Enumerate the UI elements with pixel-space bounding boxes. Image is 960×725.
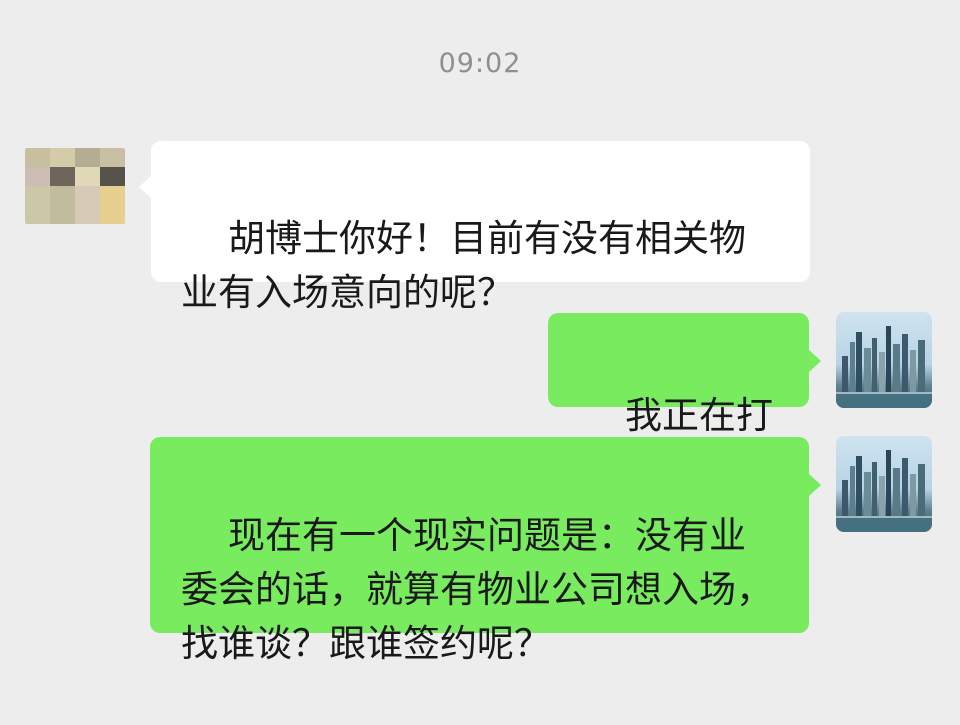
contact-avatar[interactable] bbox=[25, 148, 125, 224]
city-skyline-icon bbox=[836, 326, 932, 408]
message-text: 现在有一个现实问题是：没有业委会的话，就算有物业公司想入场，找谁谈？跟谁签约呢？ bbox=[181, 514, 773, 665]
message-timestamp: 09:02 bbox=[438, 48, 522, 79]
outgoing-message-bubble[interactable]: 现在有一个现实问题是：没有业委会的话，就算有物业公司想入场，找谁谈？跟谁签约呢？ bbox=[150, 437, 809, 665]
outgoing-bubble-tail bbox=[809, 474, 821, 496]
city-skyline-icon bbox=[836, 450, 932, 532]
incoming-message-bubble[interactable]: 胡博士你好！目前有没有相关物业有入场意向的呢？ bbox=[151, 141, 810, 314]
incoming-bubble-tail bbox=[139, 176, 151, 198]
user-avatar[interactable] bbox=[836, 312, 932, 408]
message-text: 胡博士你好！目前有没有相关物业有入场意向的呢？ bbox=[181, 217, 747, 314]
outgoing-message-bubble[interactable]: 我正在打听 bbox=[548, 313, 809, 491]
outgoing-bubble-tail bbox=[809, 350, 821, 372]
user-avatar[interactable] bbox=[836, 436, 932, 532]
